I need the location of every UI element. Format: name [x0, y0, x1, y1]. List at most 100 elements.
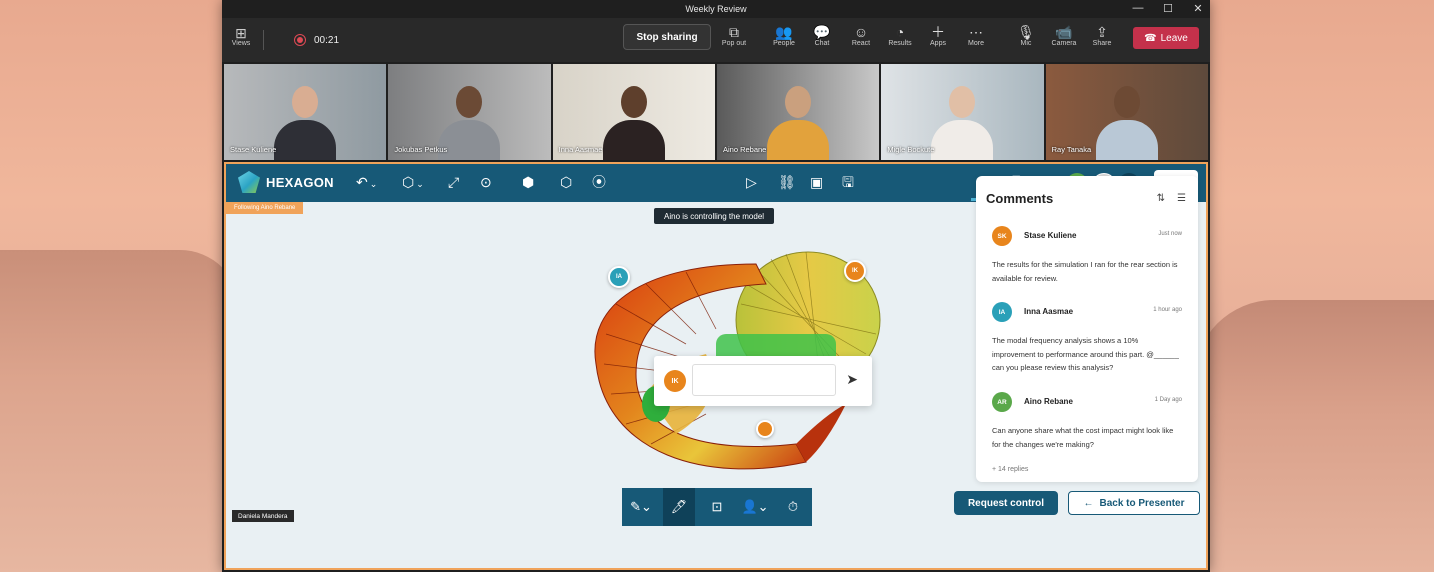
- add-comment-popup: IK ➤: [654, 356, 872, 406]
- more-button[interactable]: ⋯ More: [958, 24, 994, 47]
- annotation-pin-ik[interactable]: IK: [844, 260, 866, 282]
- minimize-icon[interactable]: —: [1132, 2, 1144, 15]
- mic-icon: 🎙: [1017, 24, 1035, 40]
- comment-time: 1 Day ago: [1154, 397, 1182, 403]
- participant-tile[interactable]: Ray Tanaka: [1045, 64, 1208, 160]
- comment-author: Stase Kuliene: [1024, 231, 1077, 240]
- results-button[interactable]: ◔ Results: [882, 24, 918, 47]
- chat-button[interactable]: 💬 Chat: [804, 24, 840, 47]
- leave-label: Leave: [1160, 32, 1188, 44]
- comment-avatar: SK: [992, 226, 1012, 246]
- participant-strip: Stase Kuliene Jokubas Petkus Inna Aasmae…: [224, 64, 1208, 160]
- participant-tile[interactable]: Stase Kuliene: [224, 64, 387, 160]
- results-label: Results: [888, 40, 912, 47]
- shared-app: HEXAGON ↶ ⬡ ⤢ ⊙ ⬢ ⬡ ⦿ ▷ ⛓ ▣ 🖫 ☰ 🗋 AR +2 …: [224, 162, 1208, 570]
- participants-tool-icon[interactable]: 👤⌄: [739, 488, 771, 526]
- comments-panel: Comments ⇅ ☰ SK Stase Kuliene Just now T…: [976, 176, 1198, 482]
- stop-sharing-button[interactable]: Stop sharing: [623, 24, 711, 50]
- participant-name: Migle Bockute: [887, 145, 935, 154]
- chat-icon: 💬: [813, 24, 831, 40]
- replies-link[interactable]: + 14 replies: [992, 466, 1028, 473]
- hexagon-logo-icon: [238, 171, 260, 193]
- annotation-pin-ia[interactable]: IA: [608, 266, 630, 288]
- results-icon: ◔: [895, 24, 905, 40]
- focus-icon[interactable]: ⊙: [480, 174, 492, 190]
- participant-video: [270, 80, 340, 160]
- pop-out-icon: ⧉: [729, 24, 739, 40]
- comment-input[interactable]: [692, 364, 836, 396]
- share-tray-label: Share: [1092, 40, 1112, 47]
- participant-tile[interactable]: Migle Bockute: [881, 64, 1044, 160]
- pop-out-button[interactable]: ⧉ Pop out: [716, 24, 752, 47]
- views-button[interactable]: ⊞ Views: [230, 26, 252, 47]
- comment-text: The modal frequency analysis shows a 10%…: [992, 336, 1179, 372]
- save-icon[interactable]: 🖫: [842, 174, 854, 190]
- snapshot-icon[interactable]: ▣: [810, 174, 823, 190]
- camera-button[interactable]: 📹 Camera: [1046, 24, 1082, 47]
- participant-video: [1092, 80, 1162, 160]
- background-hill-right: [1194, 300, 1434, 572]
- send-icon[interactable]: ➤: [846, 371, 858, 388]
- filter-icon[interactable]: ☰: [1177, 193, 1186, 204]
- leave-button[interactable]: ☎ Leave: [1133, 27, 1199, 49]
- draw-tools-icon[interactable]: ✎⌄: [625, 488, 657, 526]
- teams-window: Weekly Review — ☐ ✕ ⊞ Views 00:21 Stop s…: [222, 0, 1210, 572]
- views-label: Views: [231, 40, 251, 47]
- react-button[interactable]: ☺ React: [843, 24, 879, 47]
- comment-avatar: IA: [992, 302, 1012, 322]
- view-cube-icon[interactable]: ⬡: [402, 174, 424, 192]
- people-button[interactable]: 👥 People: [766, 24, 802, 47]
- comment-text: The results for the simulation I ran for…: [992, 260, 1178, 283]
- section-icon[interactable]: ⬡: [560, 174, 572, 190]
- participant-tile[interactable]: Inna Aasmae: [552, 64, 715, 160]
- apps-icon: ＋: [931, 24, 945, 40]
- participant-tile[interactable]: Aino Rebane: [716, 64, 880, 160]
- comment-time: Just now: [1158, 231, 1182, 237]
- participant-tile[interactable]: Jokubas Petkus: [388, 64, 551, 160]
- play-icon[interactable]: ▷: [746, 174, 757, 190]
- apps-button[interactable]: ＋ Apps: [920, 24, 956, 47]
- participant-name: Inna Aasmae: [558, 145, 603, 154]
- brand-name: HEXAGON: [266, 174, 334, 190]
- comment-text: Can anyone share what the cost impact mi…: [992, 426, 1174, 449]
- back-to-presenter-button[interactable]: ← Back to Presenter: [1068, 491, 1200, 515]
- explode-icon[interactable]: ⬢: [522, 174, 534, 190]
- text-box-icon[interactable]: ⊡: [701, 488, 733, 526]
- back-to-presenter-label: Back to Presenter: [1099, 497, 1185, 509]
- participant-name: Ray Tanaka: [1051, 145, 1092, 154]
- arrow-left-icon: ←: [1083, 497, 1094, 509]
- compare-icon[interactable]: ⦿: [592, 174, 606, 190]
- orbit-icon[interactable]: ↶: [356, 174, 377, 192]
- camera-icon: 📹: [1055, 24, 1073, 40]
- react-icon: ☺: [853, 24, 869, 40]
- more-icon: ⋯: [969, 24, 983, 40]
- toolbar-divider: [263, 30, 264, 50]
- participant-video: [927, 80, 997, 160]
- fit-view-icon[interactable]: ⤢: [448, 174, 459, 190]
- annotation-pin-new[interactable]: [756, 420, 774, 438]
- sort-icon[interactable]: ⇅: [1157, 193, 1165, 204]
- control-tooltip: Aino is controlling the model: [654, 208, 775, 224]
- mic-label: Mic: [1020, 40, 1032, 47]
- timer-icon[interactable]: ⏱: [777, 488, 809, 526]
- close-icon[interactable]: ✕: [1192, 2, 1204, 15]
- share-icon: ⇪: [1096, 24, 1108, 40]
- presenter-name-tag: Daniela Mandera: [232, 510, 294, 522]
- views-icon: ⊞: [235, 25, 247, 41]
- camera-label: Camera: [1051, 40, 1077, 47]
- participant-video: [763, 80, 833, 160]
- window-title: Weekly Review: [685, 4, 747, 14]
- phone-hangup-icon: ☎: [1144, 32, 1157, 44]
- link-icon[interactable]: ⛓: [778, 174, 796, 190]
- share-tray-button[interactable]: ⇪ Share: [1084, 24, 1120, 47]
- comment-author: Inna Aasmae: [1024, 307, 1074, 316]
- mic-button[interactable]: 🎙 Mic: [1008, 24, 1044, 47]
- following-tag: Following Aino Rebane: [226, 202, 304, 214]
- pen-icon[interactable]: 🖊: [663, 488, 695, 526]
- maximize-icon[interactable]: ☐: [1162, 2, 1174, 15]
- title-bar: Weekly Review — ☐ ✕: [222, 0, 1210, 18]
- comment-author: Aino Rebane: [1024, 397, 1073, 406]
- request-control-button[interactable]: Request control: [954, 491, 1058, 515]
- commenter-avatar: IK: [664, 370, 686, 392]
- comments-title: Comments: [986, 191, 1054, 206]
